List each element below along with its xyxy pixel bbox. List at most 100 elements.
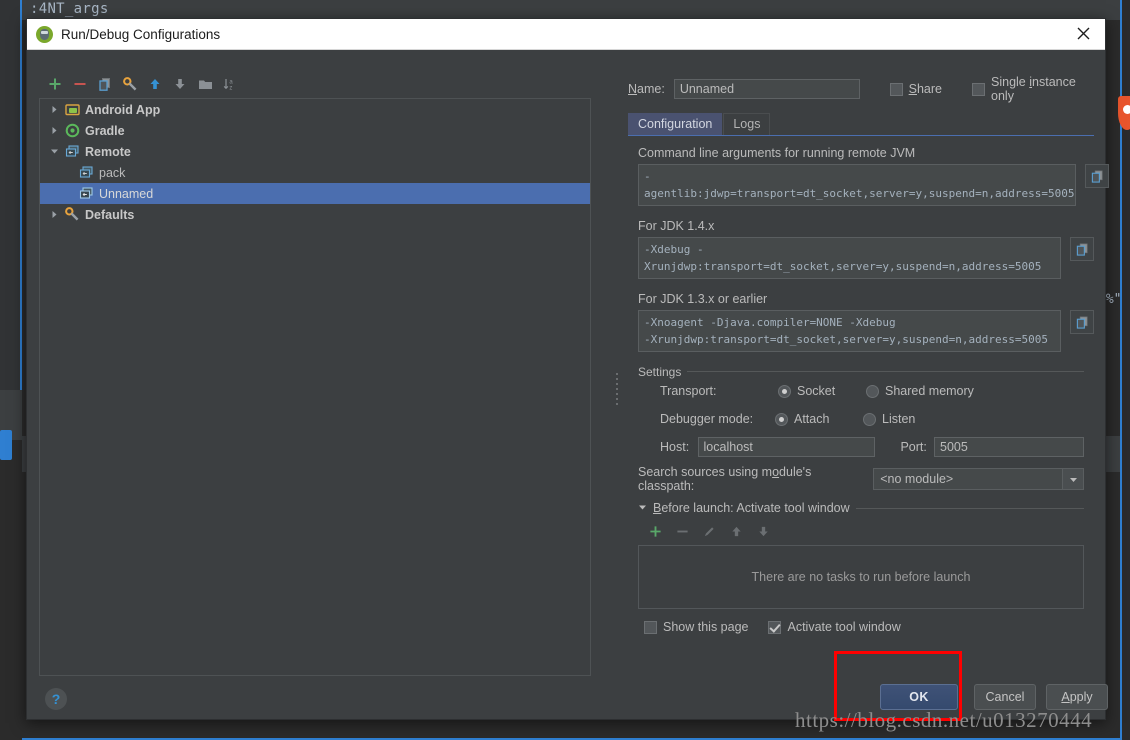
copy-icon[interactable] [1070,237,1094,261]
show-this-page-checkbox[interactable]: Show this page [644,620,748,634]
tree-item-unnamed[interactable]: Unnamed [40,183,590,204]
tree-item-gradle[interactable]: Gradle [40,120,590,141]
jdk14-value[interactable]: -Xdebug -Xrunjdwp:transport=dt_socket,se… [638,237,1061,279]
settings-group: Settings Transport: Socket Shared memory [638,365,1085,493]
cmdline-value[interactable]: -agentlib:jdwp=transport=dt_socket,serve… [638,164,1076,206]
sort-alpha-icon[interactable]: a z [219,73,241,95]
single-instance-checkbox[interactable]: Single instance only [972,75,1095,103]
move-task-up-button [727,522,745,540]
host-port-row: Host: Port: [638,433,1085,461]
activate-tool-window-checkbox[interactable]: Activate tool window [768,620,901,634]
add-button[interactable] [44,73,66,95]
ok-button[interactable]: OK [880,684,958,710]
tree-item-pack[interactable]: pack [40,162,590,183]
dialog-body: a z Android App Gradle Remote pack Unnam… [27,49,1109,719]
before-launch-header[interactable]: Before launch: Activate tool window [638,501,1084,515]
radio-transport-socket[interactable]: Socket [778,384,866,398]
radio-transport-shared-memory[interactable]: Shared memory [866,384,974,398]
port-label: Port: [900,440,927,454]
tab-configuration[interactable]: Configuration [628,113,723,135]
triangle-down-icon[interactable] [638,501,647,515]
move-down-button[interactable] [169,73,191,95]
background-code-text: :4NT_args [30,1,109,17]
radio-debugger-listen[interactable]: Listen [863,412,915,426]
show-this-page-label: Show this page [663,620,749,634]
name-label: NName:ame: [628,82,665,96]
jdk13-value-line2: -Xrunjdwp:transport=dt_socket,server=y,s… [644,333,1048,346]
jdk14-label: For JDK 1.4.x [638,219,715,233]
radio-dot [863,412,876,426]
cancel-button[interactable]: Cancel [974,684,1036,710]
svg-text:z: z [229,85,232,91]
chevron-down-icon[interactable] [48,147,61,156]
checkbox-box [644,620,657,634]
before-launch-title: Before launch: Activate tool window [653,501,850,515]
help-button[interactable]: ? [45,688,67,710]
tree-item-label: Android App [85,102,161,117]
tree-item-defaults[interactable]: Defaults [40,204,590,225]
settings-group-title: Settings [638,365,688,379]
remove-button[interactable] [69,73,91,95]
debugger-mode-row: Debugger mode: Attach Listen [638,405,1084,433]
editor-top-bar [22,0,1120,20]
share-checkbox[interactable]: Share [889,82,943,96]
wrench-icon[interactable] [119,73,141,95]
activate-tool-window-label: Activate tool window [787,620,901,634]
classpath-row: Search sources using module's classpath:… [638,465,1084,493]
run-debug-configurations-dialog: Run/Debug Configurations a z Android App… [26,18,1109,720]
radio-debugger-attach[interactable]: Attach [775,412,863,426]
host-input[interactable] [697,437,876,457]
transport-label: Transport: [660,384,717,398]
module-classpath-value: <no module> [880,472,954,486]
port-input[interactable] [934,437,1085,457]
folder-icon[interactable] [194,73,216,95]
jdk13-value[interactable]: -Xnoagent -Djava.compiler=NONE -Xdebug -… [638,310,1061,352]
checkbox-box [972,82,986,96]
android-studio-icon [36,25,53,43]
radio-label: Attach [794,412,830,426]
dialog-title-bar: Run/Debug Configurations [27,19,1105,50]
move-up-button[interactable] [144,73,166,95]
share-label: Share [908,82,943,96]
remote-icon [78,165,94,181]
checkbox-box [889,82,903,96]
configuration-form-panel: NName:ame: Share Single instance only Co… [599,61,1109,676]
copy-icon[interactable] [1070,310,1094,334]
remote-icon [78,186,94,202]
tree-toolbar: a z [39,71,591,97]
radio-dot [778,384,791,398]
tree-item-android-app[interactable]: Android App [40,99,590,120]
tree-item-label: Defaults [85,207,135,222]
tree-item-label: Remote [85,144,131,159]
before-launch-toolbar [646,521,1094,541]
tab-bar: Configuration Logs [599,113,1095,135]
tree-item-remote[interactable]: Remote [40,141,590,162]
module-classpath-select[interactable]: <no module> [873,468,1084,490]
chevron-down-icon[interactable] [1062,469,1083,489]
copy-icon[interactable] [1085,164,1109,188]
chevron-right-icon[interactable] [48,105,61,114]
checkbox-box [768,620,782,634]
chevron-right-icon[interactable] [48,210,61,219]
remote-icon [64,144,80,160]
add-task-button[interactable] [646,522,664,540]
watermark-text: https://blog.csdn.net/u013270444 [795,708,1093,732]
before-launch-task-list[interactable]: There are no tasks to run before launch [638,545,1084,609]
radio-label: Listen [882,412,916,426]
move-task-down-button [754,522,772,540]
radio-dot [775,412,788,426]
before-launch-options: Show this page Activate tool window [638,620,1094,634]
left-tool-band-lower [0,440,22,740]
flame-icon [1118,96,1130,130]
copy-button[interactable] [94,73,116,95]
chevron-right-icon[interactable] [48,126,61,135]
gradle-icon [64,123,80,139]
host-label: Host: [660,440,690,454]
left-accent-strip [0,430,12,460]
configurations-tree[interactable]: Android App Gradle Remote pack Unnamed D… [39,98,591,676]
name-input[interactable] [673,79,860,99]
close-icon[interactable] [1061,19,1105,48]
apply-button[interactable]: Apply [1046,684,1108,710]
tab-logs[interactable]: Logs [723,113,771,135]
pencil-icon [700,522,718,540]
